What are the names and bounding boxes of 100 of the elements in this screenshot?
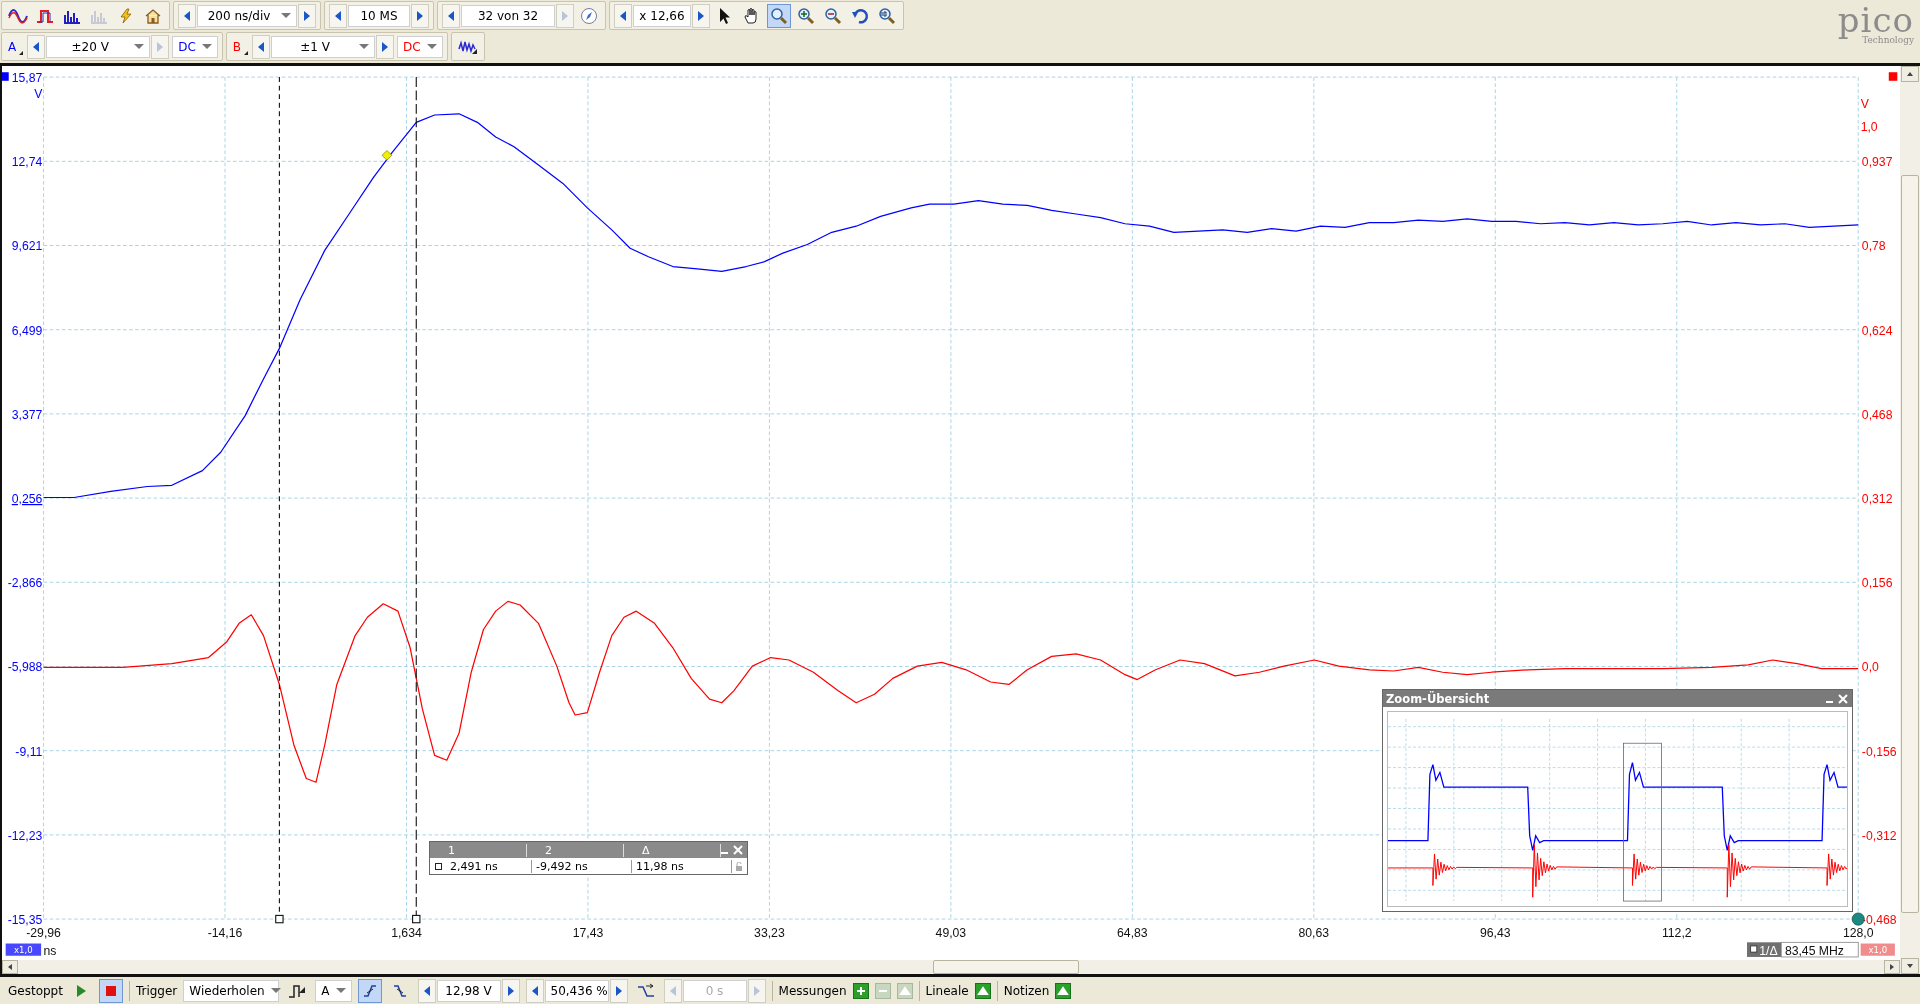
axis-label: 0,468 xyxy=(1861,407,1893,422)
previous-button[interactable] xyxy=(417,978,436,1003)
close-icon[interactable] xyxy=(1838,693,1848,704)
value-field[interactable]: 32 von 32 xyxy=(461,4,555,27)
channel-button[interactable]: B xyxy=(230,35,250,58)
dropdown-caret-icon xyxy=(359,44,370,49)
previous-button[interactable] xyxy=(252,34,271,59)
axis-label: 0,312 xyxy=(1861,492,1893,506)
add-button[interactable] xyxy=(852,982,869,999)
section-label: Notizen xyxy=(1003,983,1050,998)
next-button[interactable] xyxy=(376,34,395,59)
axis-label: -5,988 xyxy=(7,660,43,675)
next-button[interactable] xyxy=(298,3,316,28)
scroll-left-button[interactable] xyxy=(2,960,18,974)
previous-button[interactable] xyxy=(27,34,46,59)
lightning-icon xyxy=(118,7,134,24)
channel-button[interactable]: A xyxy=(6,35,25,58)
axis-label: 0,78 xyxy=(1861,239,1886,254)
zoom-out-icon xyxy=(824,6,842,25)
zoom-in-icon xyxy=(797,6,815,25)
next-button[interactable] xyxy=(609,978,628,1003)
scroll-right-button[interactable] xyxy=(1884,960,1900,974)
next-button[interactable] xyxy=(411,3,429,28)
previous-button[interactable] xyxy=(329,3,347,28)
rising-edge-icon xyxy=(361,982,378,999)
coupling-dropdown[interactable]: DC xyxy=(172,35,218,58)
axis-label: -0,312 xyxy=(1861,828,1897,843)
value-field[interactable]: x 12,66 xyxy=(633,4,691,27)
vertical-scrollbar[interactable] xyxy=(1900,66,1920,974)
trigger-marker-icon[interactable] xyxy=(1851,912,1865,926)
axis-label: 0,256 xyxy=(11,492,43,506)
previous-button[interactable] xyxy=(442,3,460,28)
expand-button[interactable] xyxy=(974,982,991,999)
value-field[interactable]: ±1 V xyxy=(271,35,376,58)
axis-label: 128,0 xyxy=(1842,926,1874,941)
run-state-label: Gestoppt xyxy=(8,983,63,998)
table-cell: -9,492 ns xyxy=(532,859,632,873)
scroll-down-button[interactable] xyxy=(1901,958,1919,974)
previous-button[interactable] xyxy=(614,3,632,28)
triangle-icon xyxy=(898,984,911,997)
axis-label: 0,0 xyxy=(1861,660,1879,675)
axis-unit: V xyxy=(34,86,43,101)
trigger-mode-dropdown[interactable]: Wiederholen xyxy=(183,979,280,1002)
ruler-line[interactable] xyxy=(275,76,284,924)
rising-edge-button[interactable] xyxy=(357,978,382,1003)
trigger-label: Trigger xyxy=(135,983,178,998)
diamond-icon xyxy=(381,150,393,161)
expand-button[interactable] xyxy=(1055,982,1072,999)
undo-icon xyxy=(851,6,869,25)
table-cell: 2,491 ns xyxy=(446,859,532,873)
axis-label: 1,634 xyxy=(391,926,422,941)
logo: pico Technology xyxy=(1837,0,1914,47)
close-icon[interactable] xyxy=(733,845,743,855)
axis-label: 15,87 xyxy=(11,71,43,85)
axis-label: 0,624 xyxy=(1861,323,1893,338)
axis-label: 0,156 xyxy=(1861,576,1893,591)
stop-icon xyxy=(103,983,118,998)
next-button[interactable] xyxy=(501,978,520,1003)
zoom-tool-button[interactable] xyxy=(767,3,791,28)
plus-icon xyxy=(854,984,867,997)
column-header: 2 xyxy=(527,843,624,857)
frequency-label: 1/Δ xyxy=(1747,942,1782,958)
ruler-line[interactable] xyxy=(412,76,421,924)
axis-label: 80,63 xyxy=(1298,926,1330,941)
next-button[interactable] xyxy=(692,3,710,28)
value-field[interactable]: 10 MS xyxy=(348,4,410,27)
axis-label: -9,11 xyxy=(15,744,43,759)
zoom-factor-badge: x1,0 xyxy=(1860,943,1895,956)
axis-label: -14,16 xyxy=(207,926,243,941)
axis-label: 3,377 xyxy=(11,407,43,422)
wave-icon xyxy=(8,7,28,24)
coupling-dropdown[interactable]: DC xyxy=(397,35,443,58)
dropdown-caret-icon xyxy=(134,44,145,49)
axis-unit: ns xyxy=(43,943,57,958)
column-header: 1 xyxy=(430,843,527,857)
value-field[interactable]: ±20 V xyxy=(46,35,151,58)
axis-label: 9,621 xyxy=(11,239,43,254)
search-icon xyxy=(878,6,896,25)
scrollbar-thumb[interactable] xyxy=(933,960,1079,974)
section-label: Messungen xyxy=(778,983,847,998)
horizontal-scrollbar[interactable] xyxy=(2,960,1900,974)
axis-label: -29,96 xyxy=(26,926,61,941)
axis-label: -0,156 xyxy=(1861,744,1897,759)
value-field[interactable]: 50,436 % xyxy=(544,979,609,1002)
play-icon xyxy=(74,983,87,998)
minimize-icon[interactable] xyxy=(1826,700,1833,703)
scroll-up-button[interactable] xyxy=(1901,66,1919,82)
falling-edge-icon xyxy=(391,982,408,999)
trigger-source-dropdown[interactable]: A xyxy=(315,979,352,1002)
value-field[interactable]: 200 ns/div xyxy=(197,4,297,27)
previous-button[interactable] xyxy=(178,3,196,28)
value-field[interactable]: 12,98 V xyxy=(436,979,501,1002)
axis-label: -0,468 xyxy=(1861,912,1897,927)
axis-label: 12,74 xyxy=(11,155,43,170)
axis-label: 64,83 xyxy=(1117,926,1148,941)
previous-button[interactable] xyxy=(525,978,544,1003)
axis-label: 1,0 xyxy=(1860,119,1878,134)
scrollbar-thumb[interactable] xyxy=(1901,175,1919,913)
stop-button[interactable] xyxy=(98,978,123,1003)
axis-label: 112,2 xyxy=(1661,926,1692,941)
